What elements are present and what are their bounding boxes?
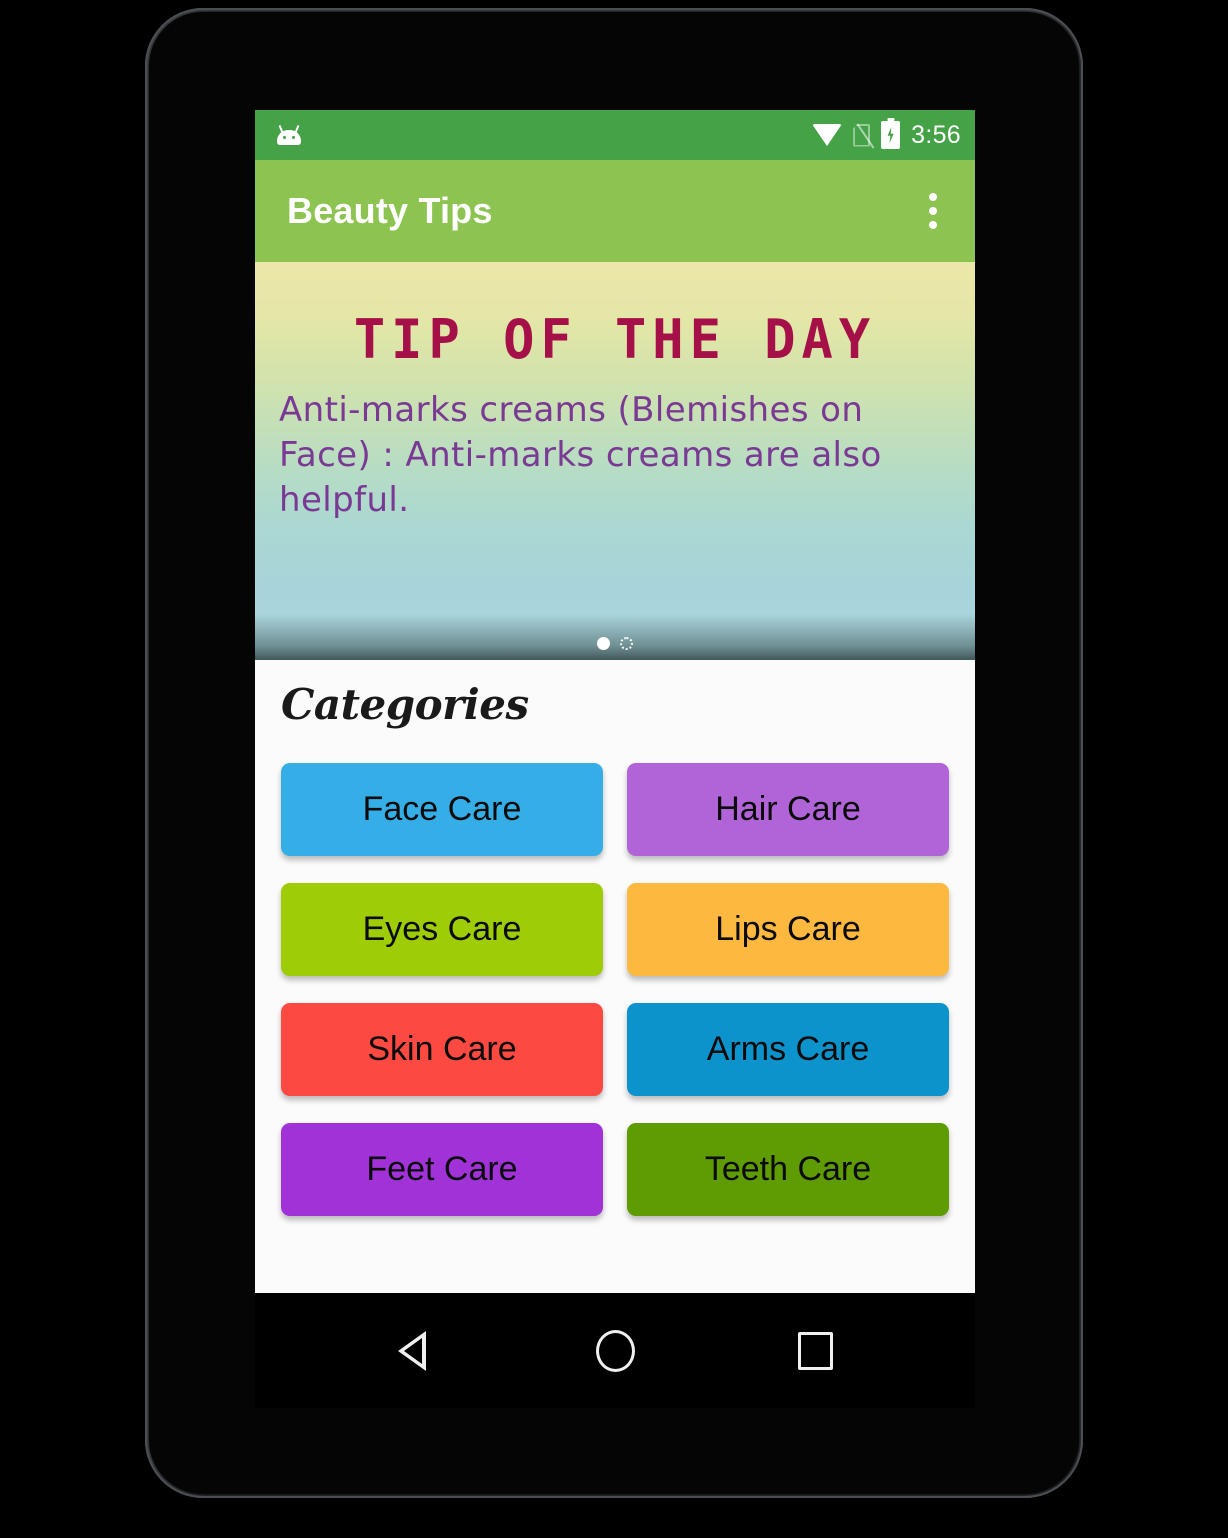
tip-of-the-day-title: TIP OF THE DAY — [353, 308, 877, 372]
nav-recents-button[interactable] — [775, 1311, 855, 1391]
nav-home-button[interactable] — [575, 1311, 655, 1391]
carousel-page-indicator — [255, 637, 975, 650]
category-button-arms-care[interactable]: Arms Care — [627, 1003, 949, 1096]
android-navigation-bar — [255, 1293, 975, 1408]
battery-charging-icon — [881, 118, 901, 149]
page-dot-2[interactable] — [620, 637, 633, 650]
category-button-feet-care[interactable]: Feet Care — [281, 1123, 603, 1216]
category-button-teeth-care[interactable]: Teeth Care — [627, 1123, 949, 1216]
category-label: Lips Care — [715, 910, 861, 948]
status-bar: 3:56 — [255, 110, 975, 160]
status-bar-clock: 3:56 — [911, 120, 961, 149]
category-grid: Face Care Hair Care Eyes Care Lips Care … — [281, 763, 949, 1216]
tip-of-the-day-banner[interactable]: TIP OF THE DAY Anti-marks creams (Blemis… — [255, 262, 975, 660]
nav-back-button[interactable] — [375, 1311, 455, 1391]
category-button-hair-care[interactable]: Hair Care — [627, 763, 949, 856]
status-bar-left — [277, 124, 301, 145]
category-label: Arms Care — [706, 1030, 870, 1068]
category-label: Feet Care — [366, 1150, 518, 1188]
home-icon — [595, 1329, 635, 1372]
page-dot-1[interactable] — [597, 637, 610, 650]
categories-section: Categories Face Care Hair Care Eyes Care… — [255, 660, 975, 1293]
app-bar: Beauty Tips — [255, 160, 975, 262]
categories-heading: Categories — [281, 680, 529, 729]
category-button-face-care[interactable]: Face Care — [281, 763, 603, 856]
overflow-menu-icon[interactable] — [917, 183, 949, 239]
recents-icon — [797, 1331, 833, 1370]
phone-screen: 3:56 Beauty Tips TIP OF THE DAY Anti-mar… — [255, 110, 975, 1293]
category-button-skin-care[interactable]: Skin Care — [281, 1003, 603, 1096]
category-label: Face Care — [362, 790, 522, 828]
android-robot-icon — [277, 124, 301, 145]
category-label: Teeth Care — [704, 1150, 872, 1188]
no-sim-icon — [853, 122, 875, 149]
back-icon — [398, 1330, 432, 1371]
category-label: Hair Care — [715, 790, 861, 828]
category-button-eyes-care[interactable]: Eyes Care — [281, 883, 603, 976]
status-bar-right: 3:56 — [812, 118, 961, 150]
wifi-icon — [812, 124, 843, 146]
category-button-lips-care[interactable]: Lips Care — [627, 883, 949, 976]
app-title: Beauty Tips — [287, 190, 493, 231]
category-label: Skin Care — [367, 1030, 517, 1068]
category-label: Eyes Care — [362, 910, 522, 948]
tip-of-the-day-text: Anti-marks creams (Blemishes on Face) : … — [279, 390, 882, 520]
